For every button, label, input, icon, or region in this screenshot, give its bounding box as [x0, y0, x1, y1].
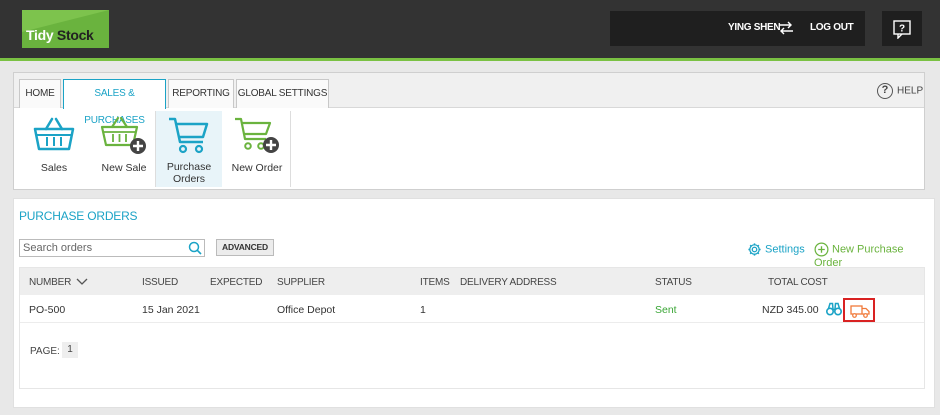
column-items[interactable]: ITEMS: [420, 277, 450, 288]
search-input[interactable]: [19, 239, 205, 257]
tab-global-settings[interactable]: GLOBAL SETTINGS: [236, 79, 329, 108]
column-delivery-address[interactable]: DELIVERY ADDRESS: [460, 277, 557, 288]
header-accent-line: [0, 58, 940, 61]
cart-icon: [169, 117, 209, 154]
binoculars-icon[interactable]: [826, 302, 842, 316]
ribbon-separator: [290, 111, 291, 187]
search-icon[interactable]: [188, 241, 202, 255]
cell-number[interactable]: PO-500: [29, 304, 65, 316]
gear-icon: [748, 243, 761, 256]
chevron-down-icon: [76, 278, 88, 286]
help-link[interactable]: ? HELP: [877, 83, 923, 99]
swap-arrows-icon[interactable]: [777, 20, 795, 36]
purchase-orders-button[interactable]: Purchase Orders: [156, 111, 222, 187]
column-total-cost[interactable]: TOTAL COST: [768, 277, 828, 288]
cell-supplier: Office Depot: [277, 304, 336, 316]
help-icon: ?: [877, 83, 893, 99]
new-sale-button[interactable]: New Sale: [89, 111, 159, 187]
receive-delivery-button[interactable]: [843, 298, 875, 322]
tab-home[interactable]: HOME: [19, 79, 61, 108]
ribbon-panel: HOME SALES & PURCHASES REPORTING GLOBAL …: [13, 72, 925, 190]
svg-text:?: ?: [899, 24, 905, 35]
help-chat-icon: ?: [893, 20, 911, 39]
tab-reporting[interactable]: REPORTING: [168, 79, 234, 108]
column-status[interactable]: STATUS: [655, 277, 692, 288]
top-bar: Tidy Stock YING SHEN LOG OUT ?: [0, 0, 940, 58]
user-name[interactable]: YING SHEN: [728, 22, 781, 33]
tab-strip: HOME SALES & PURCHASES REPORTING GLOBAL …: [14, 73, 924, 126]
status-badge: Sent: [655, 304, 677, 316]
new-order-button[interactable]: New Order: [222, 111, 292, 187]
cart-add-icon: [235, 117, 279, 153]
tidystock-logo[interactable]: Tidy Stock: [22, 10, 109, 48]
settings-link[interactable]: Settings: [747, 242, 805, 257]
basket-add-icon: [100, 116, 146, 154]
column-expected[interactable]: EXPECTED: [210, 277, 263, 288]
logout-link[interactable]: LOG OUT: [810, 22, 854, 33]
basket-icon: [33, 117, 75, 151]
cell-items: 1: [420, 304, 426, 316]
table-row[interactable]: PO-500 15 Jan 2021 Office Depot 1 Sent N…: [20, 295, 924, 323]
purchase-orders-table: NUMBER ISSUED EXPECTED SUPPLIER ITEMS DE…: [19, 267, 925, 389]
truck-icon: [850, 305, 870, 318]
page-title: PURCHASE ORDERS: [19, 209, 138, 223]
column-supplier[interactable]: SUPPLIER: [277, 277, 325, 288]
cell-total-cost: NZD 345.00: [762, 304, 819, 316]
cell-issued: 15 Jan 2021: [142, 304, 200, 316]
tab-sales-purchases[interactable]: SALES & PURCHASES: [63, 79, 166, 126]
advanced-search-button[interactable]: ADVANCED: [216, 239, 274, 256]
sales-button[interactable]: Sales: [19, 111, 89, 187]
column-number[interactable]: NUMBER: [29, 277, 88, 288]
pager-label: PAGE:: [30, 346, 60, 357]
plus-circle-icon: [814, 242, 829, 257]
page-number-1[interactable]: 1: [62, 342, 78, 358]
column-issued[interactable]: ISSUED: [142, 277, 178, 288]
main-panel: PURCHASE ORDERS ADVANCED Settings New Pu…: [13, 198, 935, 408]
user-box: YING SHEN LOG OUT: [610, 11, 865, 46]
help-chat-button[interactable]: ?: [882, 11, 922, 46]
table-header: NUMBER ISSUED EXPECTED SUPPLIER ITEMS DE…: [20, 268, 924, 295]
new-purchase-order-link[interactable]: New Purchase Order: [814, 242, 934, 269]
